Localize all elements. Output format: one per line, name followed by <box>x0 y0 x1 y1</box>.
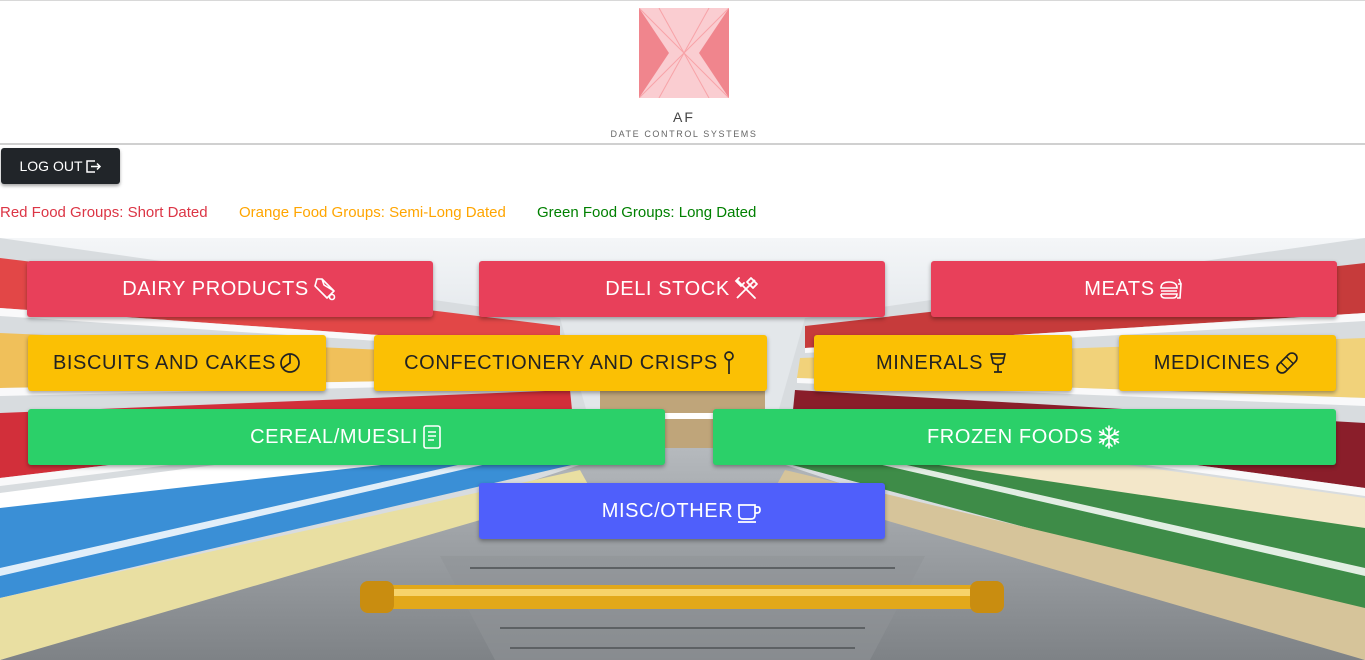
category-label: CONFECTIONERY AND CRISPS <box>404 351 718 374</box>
journal-icon <box>423 425 441 449</box>
category-medicines-button[interactable]: MEDICINES <box>1119 335 1336 391</box>
category-label: MEDICINES <box>1153 351 1271 374</box>
logout-icon <box>85 159 101 173</box>
brand-logo: AF DATE CONTROL SYSTEMS <box>606 5 762 143</box>
bandage-icon <box>1276 352 1299 374</box>
category-label: FROZEN FOODS <box>926 425 1094 448</box>
milk-carton-icon <box>313 278 336 301</box>
brand-initials: AF <box>673 109 695 125</box>
category-misc-other-button[interactable]: MISC/OTHER <box>479 483 885 539</box>
site-header: AF DATE CONTROL SYSTEMS <box>0 0 1365 145</box>
legend-orange: Orange Food Groups: Semi-Long Dated <box>239 204 506 221</box>
category-deli-stock-button[interactable]: DELI STOCK <box>479 261 885 317</box>
snowflake-icon <box>1098 425 1120 449</box>
category-label: MEATS <box>1084 277 1155 300</box>
category-label: MINERALS <box>875 351 984 374</box>
category-label: BISCUITS AND CAKES <box>52 351 277 374</box>
category-minerals-button[interactable]: MINERALS <box>814 335 1072 391</box>
logo-mark-icon <box>639 8 729 98</box>
category-frozen-foods-button[interactable]: FROZEN FOODS <box>713 409 1336 465</box>
lollipop-icon <box>724 351 734 374</box>
category-meats-button[interactable]: MEATS <box>931 261 1337 317</box>
category-dairy-products-button[interactable]: DAIRY PRODUCTS <box>27 261 433 317</box>
brand-tagline: DATE CONTROL SYSTEMS <box>610 129 758 139</box>
category-label: MISC/OTHER <box>601 499 734 522</box>
cup-icon <box>990 353 1006 373</box>
coffee-cup-icon <box>738 504 762 523</box>
logout-label: LOG OUT <box>19 158 83 174</box>
pie-chart-icon <box>280 353 300 373</box>
category-confectionery-and-crisps-button[interactable]: CONFECTIONERY AND CRISPS <box>374 335 767 391</box>
logout-button[interactable]: LOG OUT <box>1 148 120 184</box>
fork-knife-icon <box>734 277 758 299</box>
category-label: DAIRY PRODUCTS <box>122 277 309 300</box>
burger-icon <box>1159 278 1182 299</box>
legend-green: Green Food Groups: Long Dated <box>537 204 757 221</box>
category-cereal-muesli-button[interactable]: CEREAL/MUESLI <box>28 409 665 465</box>
category-biscuits-and-cakes-button[interactable]: BISCUITS AND CAKES <box>28 335 326 391</box>
category-label: CEREAL/MUESLI <box>250 425 418 448</box>
category-label: DELI STOCK <box>605 277 730 300</box>
legend-red: Red Food Groups: Short Dated <box>0 204 208 221</box>
